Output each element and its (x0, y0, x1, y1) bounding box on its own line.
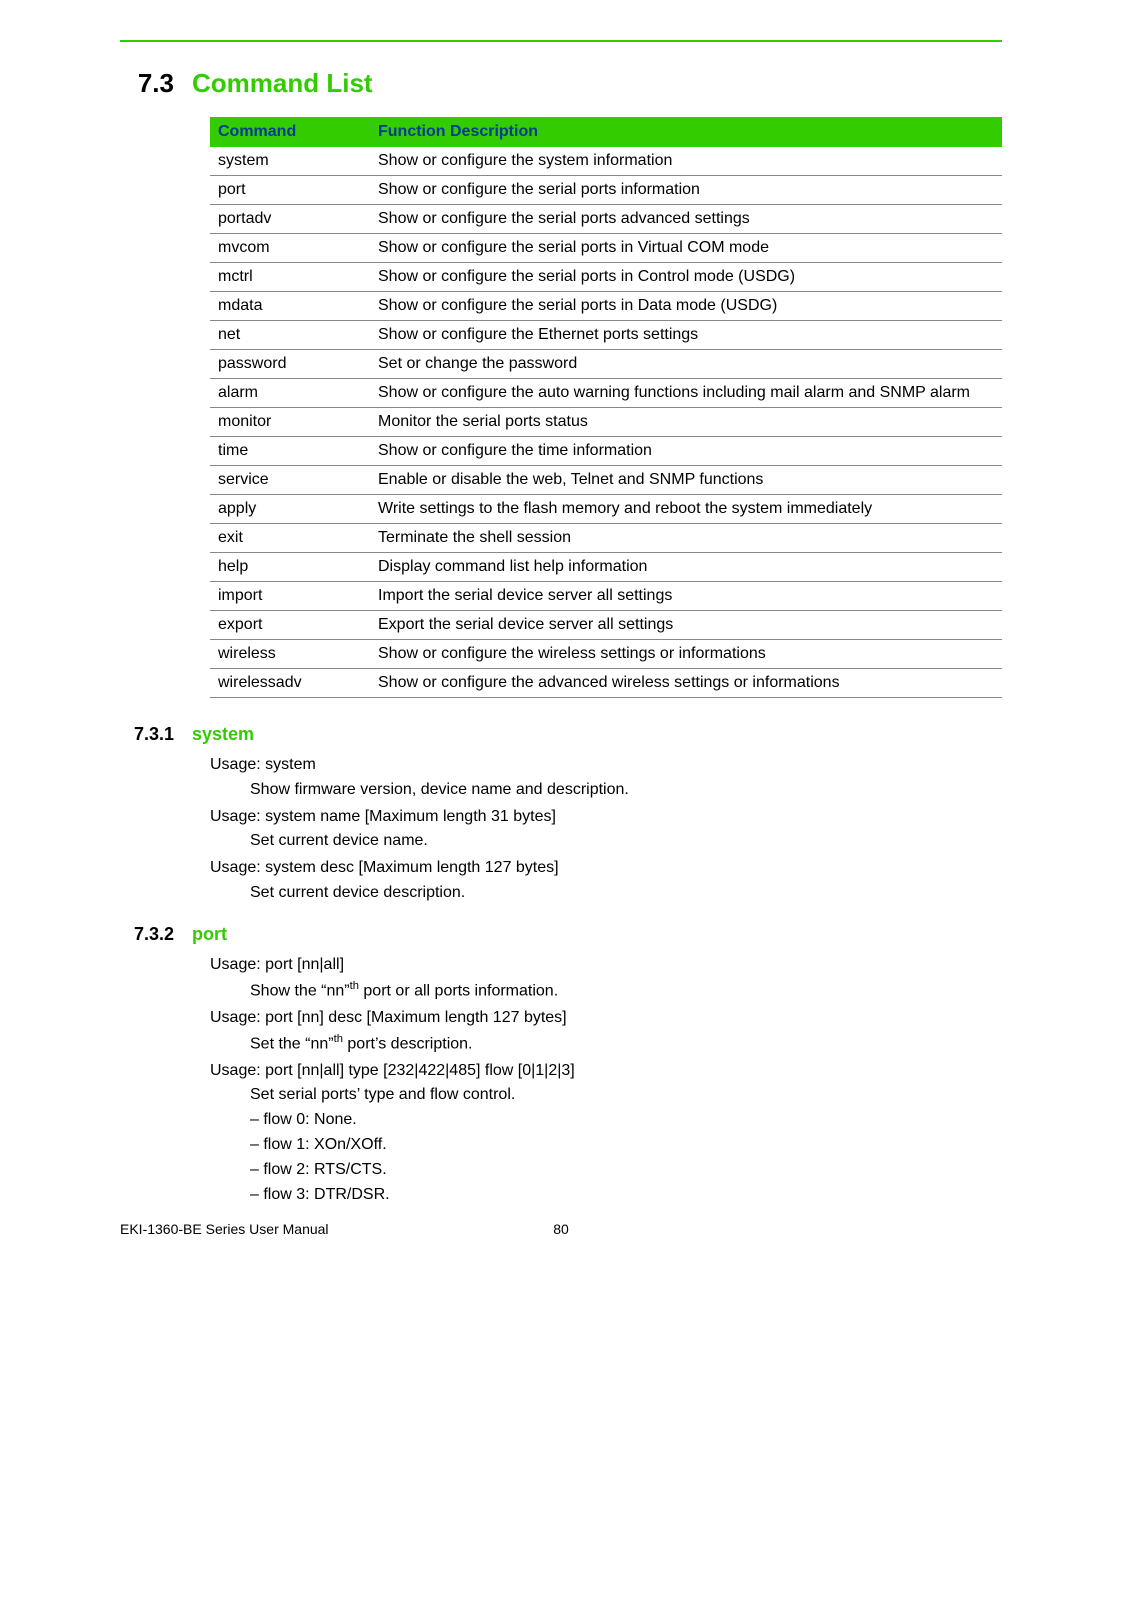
command-table: Command Function Description systemShow … (210, 117, 1002, 698)
table-row: passwordSet or change the password (210, 350, 1002, 379)
subsection-header: 7.3.2 port (120, 924, 1002, 945)
list-item: flow 3: DTR/DSR. (250, 1183, 1002, 1208)
desc-cell: Display command list help information (370, 553, 1002, 582)
list-item: flow 0: None. (250, 1108, 1002, 1133)
cmd-cell: mctrl (210, 263, 370, 292)
top-rule (120, 40, 1002, 42)
desc-cell: Set or change the password (370, 350, 1002, 379)
cmd-cell: password (210, 350, 370, 379)
list-item: flow 1: XOn/XOff. (250, 1133, 1002, 1158)
usage-desc: Set current device description. (210, 881, 1002, 906)
cmd-cell: alarm (210, 379, 370, 408)
cmd-cell: export (210, 611, 370, 640)
cmd-cell: apply (210, 495, 370, 524)
flow-list: flow 0: None. flow 1: XOn/XOff. flow 2: … (210, 1108, 1002, 1207)
desc-cell: Show or configure the serial ports in Da… (370, 292, 1002, 321)
usage-desc: Set serial ports’ type and flow control. (210, 1083, 1002, 1108)
table-row: serviceEnable or disable the web, Telnet… (210, 466, 1002, 495)
cmd-cell: exit (210, 524, 370, 553)
desc-cell: Terminate the shell session (370, 524, 1002, 553)
table-row: mdataShow or configure the serial ports … (210, 292, 1002, 321)
desc-cell: Show or configure the serial ports infor… (370, 176, 1002, 205)
desc-cell: Show or configure the wireless settings … (370, 640, 1002, 669)
section-number: 7.3 (120, 68, 192, 99)
table-row: exitTerminate the shell session (210, 524, 1002, 553)
desc-cell: Show or configure the serial ports advan… (370, 205, 1002, 234)
section-header: 7.3 Command List (120, 68, 1002, 99)
ordinal-suffix: th (334, 1033, 343, 1045)
cmd-cell: mvcom (210, 234, 370, 263)
table-row: mctrlShow or configure the serial ports … (210, 263, 1002, 292)
desc-cell: Show or configure the auto warning funct… (370, 379, 1002, 408)
subsection-title: port (192, 924, 227, 945)
desc-cell: Show or configure the system information (370, 147, 1002, 176)
table-row: alarmShow or configure the auto warning … (210, 379, 1002, 408)
desc-cell: Write settings to the flash memory and r… (370, 495, 1002, 524)
cmd-cell: help (210, 553, 370, 582)
cmd-cell: portadv (210, 205, 370, 234)
table-row: wirelessadvShow or configure the advance… (210, 669, 1002, 698)
usage-line: Usage: system (210, 753, 1002, 778)
subsection-header: 7.3.1 system (120, 724, 1002, 745)
cmd-cell: net (210, 321, 370, 350)
usage-line: Usage: port [nn|all] (210, 953, 1002, 978)
usage-line: Usage: system name [Maximum length 31 by… (210, 805, 1002, 830)
usage-line: Usage: port [nn] desc [Maximum length 12… (210, 1006, 1002, 1031)
cmd-cell: wireless (210, 640, 370, 669)
text-fragment: port’s description. (343, 1035, 473, 1052)
section-title: Command List (192, 68, 373, 99)
cmd-cell: system (210, 147, 370, 176)
table-row: applyWrite settings to the flash memory … (210, 495, 1002, 524)
table-header-description: Function Description (370, 117, 1002, 147)
desc-cell: Show or configure the time information (370, 437, 1002, 466)
footer-manual-title: EKI-1360-BE Series User Manual (120, 1221, 329, 1237)
table-row: systemShow or configure the system infor… (210, 147, 1002, 176)
usage-desc: Set current device name. (210, 829, 1002, 854)
table-row: wirelessShow or configure the wireless s… (210, 640, 1002, 669)
desc-cell: Import the serial device server all sett… (370, 582, 1002, 611)
cmd-cell: service (210, 466, 370, 495)
desc-cell: Export the serial device server all sett… (370, 611, 1002, 640)
table-row: importImport the serial device server al… (210, 582, 1002, 611)
usage-desc: Show the “nn”th port or all ports inform… (210, 978, 1002, 1004)
subsection-title: system (192, 724, 254, 745)
table-row: portShow or configure the serial ports i… (210, 176, 1002, 205)
table-row: timeShow or configure the time informati… (210, 437, 1002, 466)
subsection-number: 7.3.1 (120, 724, 192, 745)
usage-desc: Set the “nn”th port’s description. (210, 1031, 1002, 1057)
list-item: flow 2: RTS/CTS. (250, 1158, 1002, 1183)
text-fragment: Show the “nn” (250, 982, 350, 999)
desc-cell: Show or configure the serial ports in Vi… (370, 234, 1002, 263)
desc-cell: Show or configure the serial ports in Co… (370, 263, 1002, 292)
cmd-cell: wirelessadv (210, 669, 370, 698)
usage-line: Usage: system desc [Maximum length 127 b… (210, 856, 1002, 881)
cmd-cell: time (210, 437, 370, 466)
cmd-cell: port (210, 176, 370, 205)
table-row: helpDisplay command list help informatio… (210, 553, 1002, 582)
table-row: mvcomShow or configure the serial ports … (210, 234, 1002, 263)
text-fragment: Set the “nn” (250, 1035, 334, 1052)
cmd-cell: mdata (210, 292, 370, 321)
desc-cell: Show or configure the advanced wireless … (370, 669, 1002, 698)
text-fragment: port or all ports information. (359, 982, 558, 999)
table-header-command: Command (210, 117, 370, 147)
desc-cell: Show or configure the Ethernet ports set… (370, 321, 1002, 350)
usage-desc: Show firmware version, device name and d… (210, 778, 1002, 803)
page-footer: EKI-1360-BE Series User Manual 80 (120, 1221, 1002, 1237)
footer-page-number: 80 (553, 1221, 569, 1237)
ordinal-suffix: th (350, 980, 359, 992)
cmd-cell: monitor (210, 408, 370, 437)
table-row: exportExport the serial device server al… (210, 611, 1002, 640)
table-row: portadvShow or configure the serial port… (210, 205, 1002, 234)
table-row: netShow or configure the Ethernet ports … (210, 321, 1002, 350)
subsection-number: 7.3.2 (120, 924, 192, 945)
desc-cell: Enable or disable the web, Telnet and SN… (370, 466, 1002, 495)
usage-line: Usage: port [nn|all] type [232|422|485] … (210, 1059, 1002, 1084)
desc-cell: Monitor the serial ports status (370, 408, 1002, 437)
table-row: monitorMonitor the serial ports status (210, 408, 1002, 437)
cmd-cell: import (210, 582, 370, 611)
